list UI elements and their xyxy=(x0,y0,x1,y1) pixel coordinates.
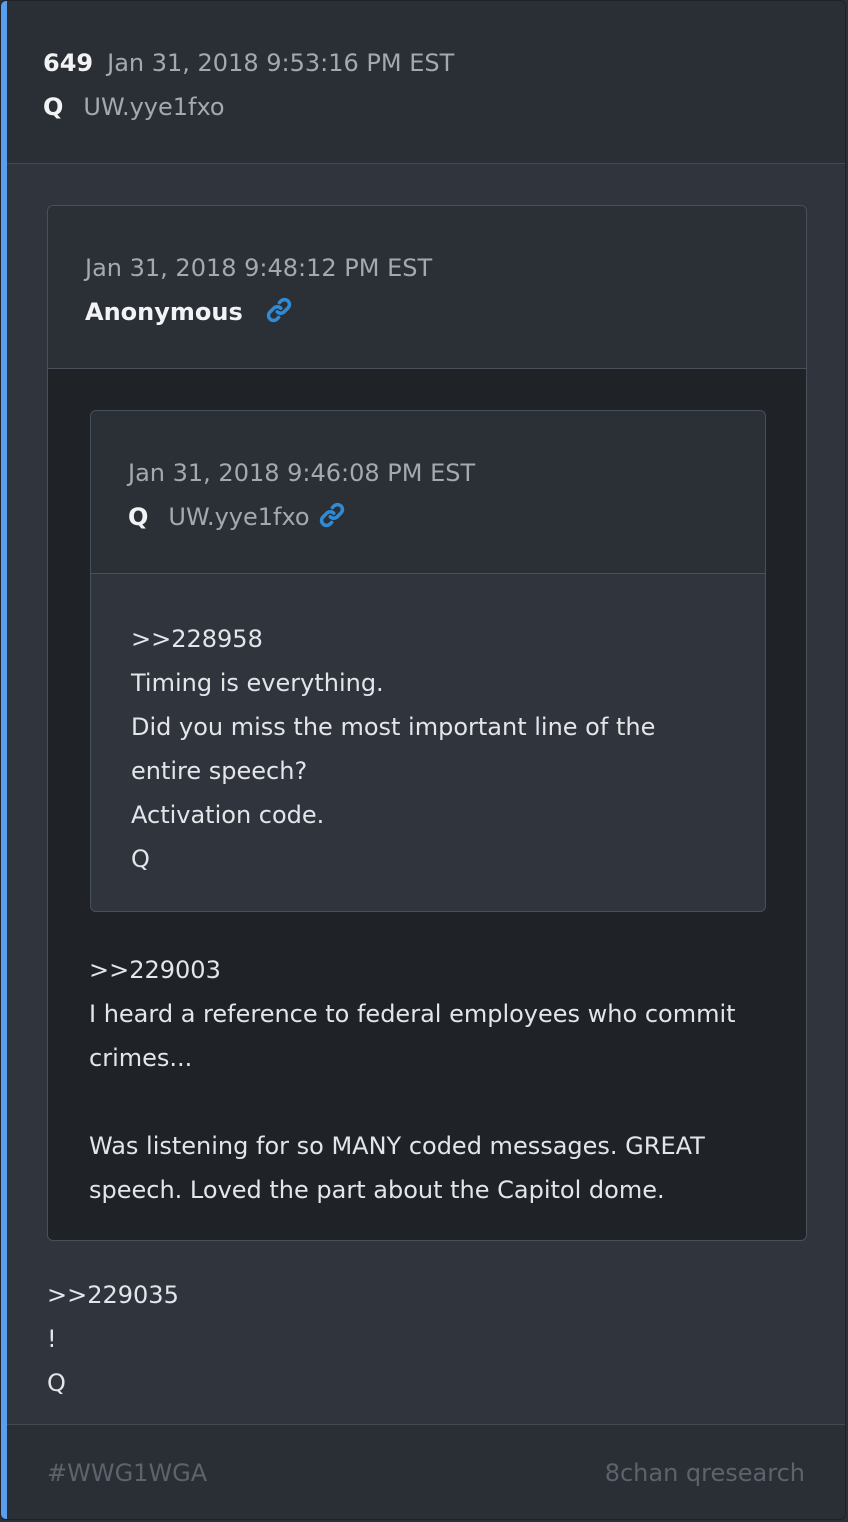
body-line: ! xyxy=(47,1325,57,1353)
quoted-post-header: Jan 31, 2018 9:48:12 PM EST Anonymous xyxy=(48,206,806,369)
post-meta: 649 Jan 31, 2018 9:53:16 PM EST xyxy=(43,47,454,79)
post-body: >>229035 ! Q xyxy=(47,1273,807,1405)
author-tripcode: UW.yye1fxo xyxy=(83,93,225,121)
quoted-author-name: Anonymous xyxy=(85,298,243,326)
post-accent-bar xyxy=(1,1,7,1519)
body-line: Q xyxy=(131,845,150,873)
nested-quote-author: Q UW.yye1fxo xyxy=(128,501,346,533)
post-number[interactable]: 649 xyxy=(43,49,93,77)
body-line: Activation code. xyxy=(131,801,325,829)
body-line: Did you miss the most important line of … xyxy=(131,713,656,741)
body-line: entire speech? xyxy=(131,757,308,785)
body-line: I heard a reference to federal employees… xyxy=(89,1000,736,1028)
quoted-post-anonymous: Jan 31, 2018 9:48:12 PM EST Anonymous Ja… xyxy=(47,205,807,1241)
nested-quote-body: >>228958 Timing is everything. Did you m… xyxy=(131,617,731,881)
quoted-post-body: >>229003 I heard a reference to federal … xyxy=(89,948,779,1212)
body-line xyxy=(89,1080,779,1124)
post-date: Jan 31, 2018 9:53:16 PM EST xyxy=(107,49,455,77)
nested-author-tripcode: UW.yye1fxo xyxy=(168,503,310,531)
link-icon[interactable] xyxy=(318,501,346,529)
hashtag: #WWG1WGA xyxy=(47,1459,208,1487)
nested-quote-date: Jan 31, 2018 9:46:08 PM EST xyxy=(128,459,476,487)
body-line: Was listening for so MANY coded messages… xyxy=(89,1132,705,1160)
body-line: speech. Loved the part about the Capitol… xyxy=(89,1176,665,1204)
post-author: Q UW.yye1fxo xyxy=(43,91,225,123)
body-line: Timing is everything. xyxy=(131,669,384,697)
body-line: crimes... xyxy=(89,1044,193,1072)
quoted-post-q: Jan 31, 2018 9:46:08 PM EST Q UW.yye1fxo … xyxy=(90,410,766,912)
body-line[interactable]: >>228958 xyxy=(131,617,731,661)
body-line[interactable]: >>229035 xyxy=(47,1273,807,1317)
post-card: 649 Jan 31, 2018 9:53:16 PM EST Q UW.yye1f… xyxy=(0,0,846,1520)
author-name: Q xyxy=(43,93,64,121)
post-footer: #WWG1WGA 8chan qresearch xyxy=(7,1424,845,1519)
quoted-post-author: Anonymous xyxy=(85,296,293,328)
link-icon[interactable] xyxy=(265,296,293,324)
body-line[interactable]: >>229003 xyxy=(89,948,779,992)
post-source: 8chan qresearch xyxy=(604,1459,805,1487)
body-line: Q xyxy=(47,1369,66,1397)
post-header: 649 Jan 31, 2018 9:53:16 PM EST Q UW.yye1f… xyxy=(7,1,845,164)
quoted-post-date: Jan 31, 2018 9:48:12 PM EST xyxy=(85,254,433,282)
nested-quote-header: Jan 31, 2018 9:46:08 PM EST Q UW.yye1fxo xyxy=(91,411,765,574)
nested-author-name: Q xyxy=(128,503,149,531)
